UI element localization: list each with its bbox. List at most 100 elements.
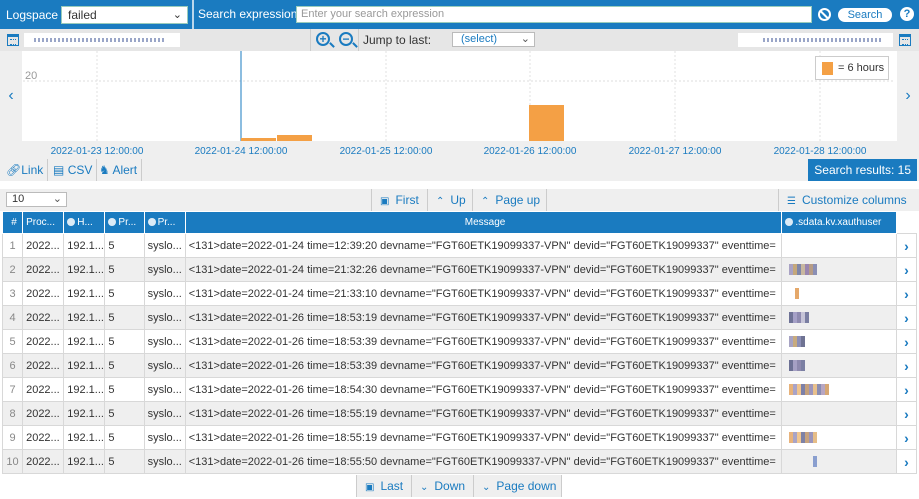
table-row[interactable]: 7 2022... 192.1... 5 syslo... <131>date=2022-…: [1, 377, 918, 402]
table-row[interactable]: 3 2022... 192.1... 5 syslo... <131>date=2022-…: [1, 281, 918, 306]
xauthuser-cell: [781, 353, 897, 378]
alert-button[interactable]: ♞ Alert: [95, 159, 143, 181]
histogram-plot[interactable]: 20: [23, 51, 895, 141]
calendar-icon[interactable]: [7, 34, 19, 46]
jump-to-last-value: (select): [461, 33, 498, 45]
column-header-proc[interactable]: Proc...: [22, 211, 65, 234]
pr2-cell: syslo...: [143, 353, 186, 378]
pager-bottom: ▣ Last ⌄ Down ⌄ Page down: [356, 475, 562, 497]
end-date-field[interactable]: [738, 33, 893, 47]
chevron-right-icon[interactable]: ›: [895, 353, 918, 378]
chevron-left-icon[interactable]: ‹: [0, 51, 22, 141]
pr2-cell: syslo...: [143, 281, 186, 306]
search-input[interactable]: Enter your search expression: [296, 6, 812, 23]
message-cell: <131>date=2022-01-26 time=18:53:39 devna…: [184, 353, 783, 378]
row-index-cell: 4: [1, 305, 24, 330]
divider: [358, 29, 359, 51]
row-index-cell: 6: [1, 353, 24, 378]
chevron-down-icon: ⌄: [52, 193, 62, 205]
down-label: Down: [434, 479, 466, 493]
chevron-down-icon: ⌄: [172, 9, 182, 21]
page-up-button[interactable]: ⌃ Page up: [472, 189, 547, 211]
column-header-pr2[interactable]: Pr...: [143, 211, 186, 234]
x-tick-label: 2022-01-26 12:00:00: [484, 146, 577, 157]
column-header-host[interactable]: H...: [63, 211, 106, 234]
column-header-pr1[interactable]: Pr...: [104, 211, 145, 234]
last-label: Last: [380, 479, 404, 493]
pr2-cell: syslo...: [143, 449, 186, 474]
proc-cell: 2022...: [22, 233, 65, 258]
table-row[interactable]: 8 2022... 192.1... 5 syslo... <131>date=2022-…: [1, 401, 918, 426]
up-button[interactable]: ⌃ Up: [427, 189, 472, 211]
calendar-icon[interactable]: [899, 34, 911, 46]
xauthuser-cell: [781, 257, 897, 282]
chevron-up-icon: ⌃: [436, 196, 445, 207]
divider: [192, 0, 194, 29]
table-row[interactable]: 9 2022... 192.1... 5 syslo... <131>date=2022-…: [1, 425, 918, 450]
globe-icon: [785, 218, 794, 226]
chevron-right-icon[interactable]: ›: [895, 233, 918, 258]
table-row[interactable]: 2 2022... 192.1... 5 syslo... <131>date=2022-…: [1, 257, 918, 282]
start-date-field[interactable]: [24, 33, 180, 47]
host-cell: 192.1...: [63, 425, 106, 450]
search-button[interactable]: Search: [838, 8, 892, 22]
column-header-label: Pr...: [118, 217, 137, 228]
host-cell: 192.1...: [63, 329, 106, 354]
chevron-right-icon[interactable]: ›: [895, 257, 918, 282]
jump-to-last-label: Jump to last:: [363, 33, 432, 47]
chevron-right-icon[interactable]: ›: [895, 305, 918, 330]
customize-columns-button[interactable]: ☰ Customize columns: [778, 189, 919, 211]
logspace-value: failed: [68, 8, 97, 22]
link-icon: 🔗︎: [6, 163, 22, 177]
pr1-cell: 5: [104, 449, 145, 474]
chevron-right-icon[interactable]: ›: [895, 377, 918, 402]
help-icon[interactable]: ?: [900, 7, 914, 21]
chevron-right-icon[interactable]: ›: [895, 425, 918, 450]
page-down-button[interactable]: ⌄ Page down: [473, 475, 562, 497]
host-cell: 192.1...: [63, 233, 106, 258]
csv-button[interactable]: ▤ CSV: [49, 159, 98, 181]
pr2-cell: syslo...: [143, 329, 186, 354]
zoom-in-icon[interactable]: +: [316, 32, 330, 46]
down-button[interactable]: ⌄ Down: [411, 475, 473, 497]
table-row[interactable]: 6 2022... 192.1... 5 syslo... <131>date=2022-…: [1, 353, 918, 378]
chevron-right-icon[interactable]: ›: [895, 401, 918, 426]
page-size-select[interactable]: 10 ⌄: [6, 192, 67, 207]
jump-to-last-select[interactable]: (select) ⌄: [452, 32, 535, 47]
message-cell: <131>date=2022-01-24 time=21:32:26 devna…: [184, 257, 783, 282]
legend-swatch: [822, 62, 833, 75]
row-index-cell: 7: [1, 377, 24, 402]
column-header-spacer: [896, 211, 917, 234]
chevron-right-icon[interactable]: ›: [895, 281, 918, 306]
chevron-right-icon[interactable]: ›: [895, 449, 918, 474]
table-row[interactable]: 1 2022... 192.1... 5 syslo... <131>date=2022-…: [1, 233, 918, 258]
link-label: Link: [21, 163, 44, 177]
column-header-index[interactable]: #: [1, 211, 24, 234]
column-header-xauthuser[interactable]: .sdata.kv.xauthuser: [781, 211, 897, 234]
pr1-cell: 5: [104, 353, 145, 378]
first-button[interactable]: ▣ First: [371, 189, 427, 211]
table-row[interactable]: 10 2022... 192.1... 5 syslo... <131>date=2022…: [1, 449, 918, 474]
table-row[interactable]: 4 2022... 192.1... 5 syslo... <131>date=2022-…: [1, 305, 918, 330]
chevron-right-icon[interactable]: ›: [897, 51, 919, 141]
logspace-select[interactable]: failed ⌄: [61, 6, 188, 24]
column-header-message[interactable]: Message: [184, 211, 783, 234]
redacted-value: [789, 263, 818, 275]
column-header-label: Pr...: [157, 217, 176, 228]
last-button[interactable]: ▣ Last: [356, 475, 411, 497]
pr1-cell: 5: [104, 257, 145, 282]
host-cell: 192.1...: [63, 305, 106, 330]
chevron-right-icon[interactable]: ›: [895, 329, 918, 354]
zoom-out-icon[interactable]: −: [339, 32, 353, 46]
column-header-label: H...: [77, 217, 93, 228]
chevron-down-icon: ⌄: [420, 482, 429, 493]
pr2-cell: syslo...: [143, 401, 186, 426]
x-tick-label: 2022-01-24 12:00:00: [195, 146, 288, 157]
proc-cell: 2022...: [22, 401, 65, 426]
table-row[interactable]: 5 2022... 192.1... 5 syslo... <131>date=2022-…: [1, 329, 918, 354]
link-button[interactable]: 🔗︎Link: [2, 159, 49, 181]
histogram: ‹ 20 › = 6 hours 2022-01-23 12:00:00 2022…: [0, 51, 919, 159]
customize-columns-label: Customize columns: [801, 193, 907, 207]
x-tick-label: 2022-01-25 12:00:00: [340, 146, 433, 157]
clear-icon[interactable]: [818, 8, 831, 21]
